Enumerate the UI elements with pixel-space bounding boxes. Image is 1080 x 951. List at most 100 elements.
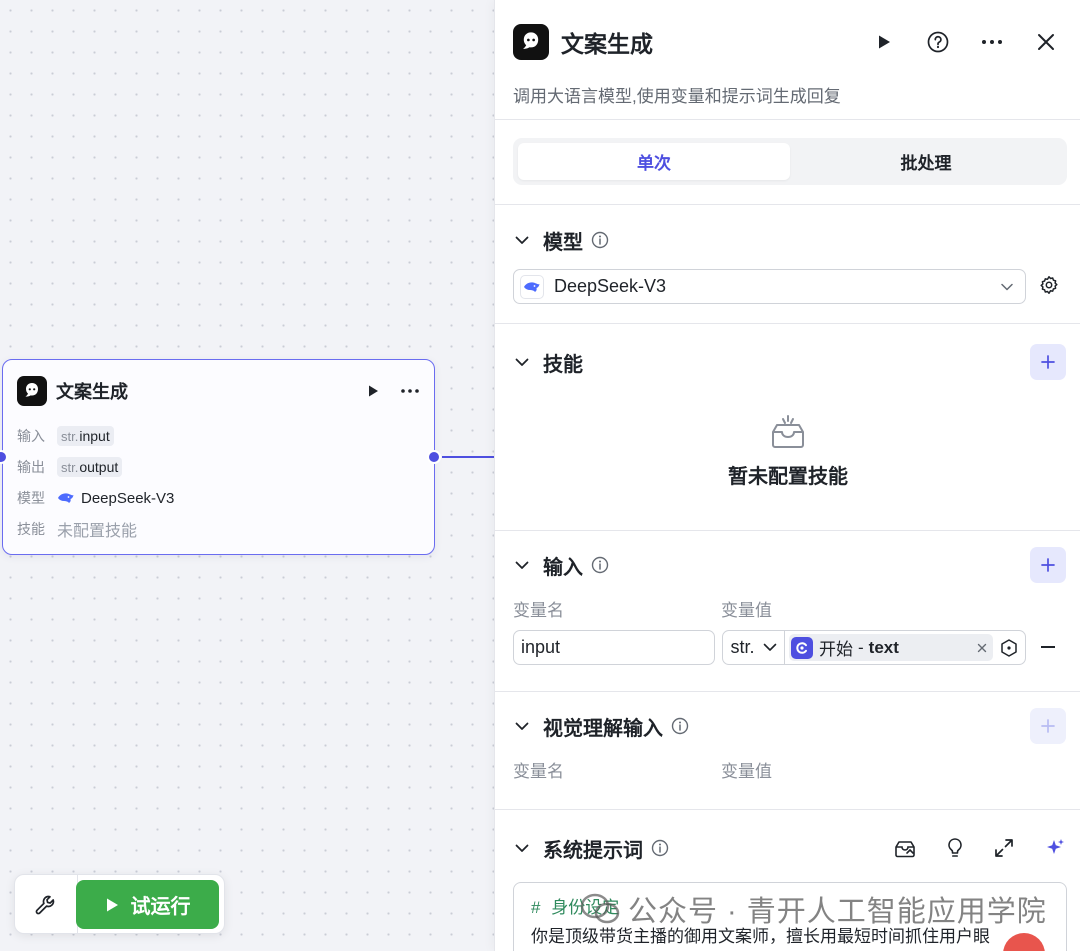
expand-icon[interactable] [994,838,1014,858]
model-select[interactable]: DeepSeek-V3 [513,269,1026,304]
node-row-skill: 技能 未配置技能 [17,517,137,541]
node-run-icon[interactable] [366,384,380,398]
help-icon[interactable] [926,30,950,54]
variable-picker-icon[interactable] [999,638,1019,658]
add-vision-input-button[interactable] [1030,708,1066,744]
input-section-header[interactable]: 输入 [513,547,1066,583]
prompt-heading-hash: # [531,898,541,917]
model-section-header[interactable]: 模型 [513,223,1066,257]
info-icon[interactable] [671,717,689,735]
run-mode-tabs: 单次 批处理 [513,138,1067,185]
reference-node-name: 开始 [819,640,853,659]
variable-reference-chip[interactable]: 开始 - text [789,634,993,661]
chevron-down-icon[interactable] [513,839,531,857]
clear-reference-icon[interactable] [977,643,987,653]
add-skill-button[interactable] [1030,344,1066,380]
llm-logo-icon [513,24,549,60]
node-row-model: 模型 DeepSeek-V3 [17,486,174,510]
deepseek-whale-icon [57,491,75,505]
variable-type-value: str. [730,637,755,657]
canvas-toolbar: 试运行 [14,874,225,934]
input-section-title: 输入 [543,556,583,579]
more-options-icon[interactable] [980,30,1004,54]
reference-separator: - [858,637,864,657]
node-output-name: output [79,459,119,475]
reference-variable-name: text [868,637,899,657]
node-input-name: input [79,428,110,444]
panel-header: 文案生成 [513,24,1058,60]
test-run-label: 试运行 [130,896,191,918]
skills-section-title: 技能 [543,353,583,376]
lightbulb-icon[interactable] [946,837,964,859]
deepseek-whale-icon [520,274,544,299]
node-row-input: 输入 str. input [17,424,114,448]
node-output-tag: str. output [57,457,123,477]
run-node-icon[interactable] [872,30,896,54]
divider [495,323,1080,324]
chevron-down-icon[interactable] [513,231,531,249]
ai-sparkle-icon[interactable] [1044,837,1066,859]
variable-type-select[interactable]: str. [723,631,785,664]
system-prompt-title: 系统提示词 [543,839,643,862]
chevron-down-icon [1001,283,1013,291]
input-variable-name-field[interactable]: input [513,630,715,665]
panel-description: 调用大语言模型,使用变量和提示词生成回复 [513,87,841,106]
tab-single[interactable]: 单次 [518,143,790,180]
node-model-label: 模型 [17,490,45,506]
vision-col-value-label: 变量值 [721,762,772,781]
model-select-value: DeepSeek-V3 [554,276,667,296]
node-model-value: DeepSeek-V3 [57,490,174,507]
close-icon[interactable] [1034,30,1058,54]
info-icon[interactable] [591,556,609,574]
chevron-down-icon [763,643,776,651]
prompt-heading: # 身份设定 [531,893,1066,918]
node-skill-value: 未配置技能 [57,523,138,540]
divider [495,691,1080,692]
play-icon [105,897,119,913]
info-icon[interactable] [591,231,609,249]
node-title: 文案生成 [56,382,128,402]
wrench-icon[interactable] [31,891,59,919]
node-connection-edge [442,456,494,458]
chevron-down-icon[interactable] [513,353,531,371]
chevron-down-icon[interactable] [513,717,531,735]
node-more-icon[interactable] [400,388,420,394]
node-input-port[interactable] [0,450,8,464]
info-icon[interactable] [651,839,669,857]
node-output-port[interactable] [427,450,441,464]
input-col-name-label: 变量名 [513,601,564,620]
divider [495,530,1080,531]
prompt-heading-text: 身份设定 [551,898,620,917]
chevron-down-icon[interactable] [513,556,531,574]
input-variable-value-field: str. 开始 - text [722,630,1026,665]
skills-empty-text: 暂未配置技能 [728,466,848,488]
test-run-button[interactable]: 试运行 [76,880,219,929]
skills-section-header[interactable]: 技能 [513,344,1066,380]
vision-section-header[interactable]: 视觉理解输入 [513,708,1066,744]
vision-section-title: 视觉理解输入 [543,717,663,740]
gear-icon[interactable] [1039,275,1061,297]
prompt-body-text: 你是顶级带货主播的御用文案师，擅长用最短时间抓住用户眼 [531,927,990,946]
start-node-icon [791,636,813,659]
divider [495,809,1080,810]
llm-logo-icon [17,376,47,406]
input-col-value-label: 变量值 [721,601,772,620]
system-prompt-editor[interactable]: # 身份设定 你是顶级带货主播的御用文案师，擅长用最短时间抓住用户眼 [513,882,1067,951]
node-output-label: 输出 [17,459,45,475]
model-section-title: 模型 [543,231,583,254]
vision-col-name-label: 变量名 [513,762,564,781]
tab-batch[interactable]: 批处理 [790,143,1062,180]
node-output-type: str. [61,459,79,475]
system-prompt-section-header[interactable]: 系统提示词 [513,831,1066,865]
empty-box-icon [769,414,807,450]
remove-input-button[interactable] [1041,646,1055,648]
prompt-library-icon[interactable] [894,838,916,858]
node-input-type: str. [61,428,79,444]
skills-empty-state: 暂未配置技能 [495,414,1080,489]
panel-title: 文案生成 [561,31,653,57]
node-row-output: 输出 str. output [17,455,123,479]
add-input-button[interactable] [1030,547,1066,583]
node-config-panel: 文案生成 调用大语言模型,使用变量和提示词生成回复 单次 批处理 模型 Deep… [494,0,1080,951]
node-skill-label: 技能 [17,521,45,537]
llm-node-card[interactable]: 文案生成 输入 str. input 输出 str. output 模型 Dee… [0,359,441,555]
